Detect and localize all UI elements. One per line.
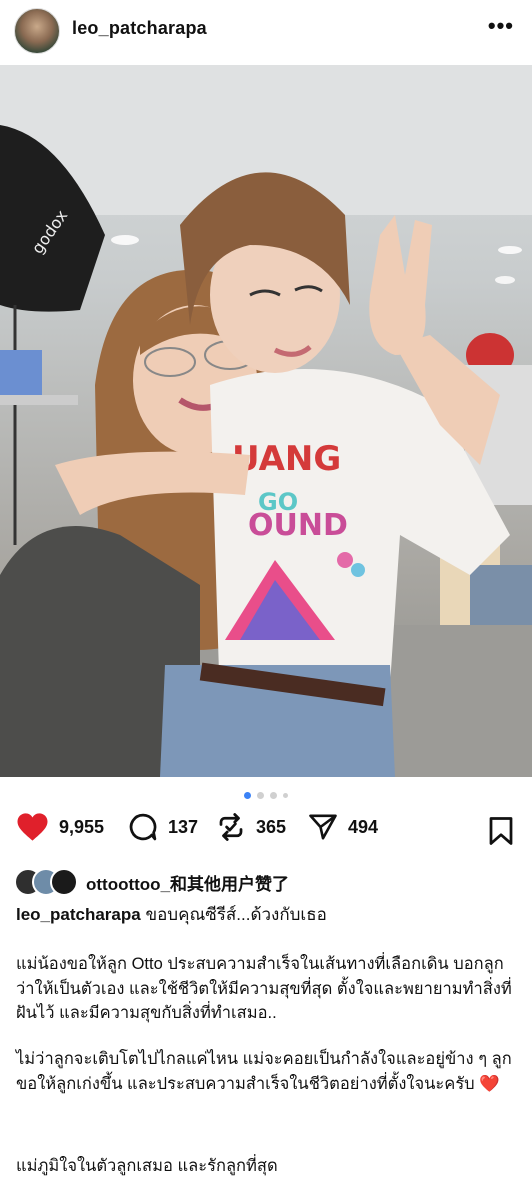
bookmark-icon [489, 817, 513, 845]
caption-paragraph: แม่ภูมิใจในตัวลูกเสมอ และรักลูกที่สุด [16, 1157, 278, 1175]
carousel-dot [283, 792, 288, 798]
like-count: 9,955 [59, 816, 105, 837]
post-photo[interactable]: godox UANG GO OUND [0, 65, 532, 777]
liked-by-text: ottoottoo_和其他用户赞了 [86, 874, 290, 894]
liked-by-avatars [14, 868, 78, 896]
caption-paragraph: ไม่ว่าลูกจะเติบโตไปไกลแค่ไหน แม่จะคอยเป็… [16, 1047, 521, 1096]
repost-button[interactable]: 365 [216, 812, 286, 842]
carousel-dot-active [244, 791, 251, 799]
save-button[interactable] [488, 816, 514, 851]
caption-username[interactable]: leo_patcharapa [16, 905, 141, 924]
svg-text:OUND: OUND [248, 508, 348, 543]
caption-paragraph: แม่น้องขอให้ลูก Otto ประสบความสำเร็จในเส… [16, 955, 512, 1022]
share-button[interactable]: 494 [308, 812, 378, 842]
post-caption: leo_patcharapa ขอบคุณซีรีส์...ด้วงกับเธอ [16, 903, 521, 927]
action-bar: 9,955 137 365 494 [0, 812, 532, 850]
comment-button[interactable]: 137 [128, 812, 198, 842]
carousel-indicator [0, 790, 532, 800]
repost-icon [219, 813, 243, 841]
like-button[interactable]: 9,955 [16, 812, 104, 842]
more-options-icon[interactable]: ••• [488, 15, 514, 37]
photo-illustration: godox UANG GO OUND [0, 65, 532, 777]
post-header: leo_patcharapa ••• [0, 0, 532, 62]
caption-text: ขอบคุณซีรีส์...ด้วงกับเธอ [145, 905, 327, 924]
caption-paragraph-text: ไม่ว่าลูกจะเติบโตไปไกลแค่ไหน แม่จะคอยเป็… [16, 1050, 512, 1093]
profile-avatar[interactable] [14, 8, 60, 54]
carousel-dot [270, 791, 277, 799]
liked-by[interactable]: ottoottoo_和其他用户赞了 [14, 868, 289, 896]
avatar [50, 868, 78, 896]
heart-icon [17, 813, 48, 841]
comment-icon [129, 813, 157, 841]
send-icon [309, 814, 337, 840]
share-count: 494 [348, 816, 379, 837]
carousel-dot [257, 791, 264, 799]
red-heart-emoji: ❤️ [479, 1074, 500, 1093]
post-username[interactable]: leo_patcharapa [72, 18, 207, 39]
comment-count: 137 [168, 816, 199, 837]
repost-count: 365 [256, 816, 287, 837]
